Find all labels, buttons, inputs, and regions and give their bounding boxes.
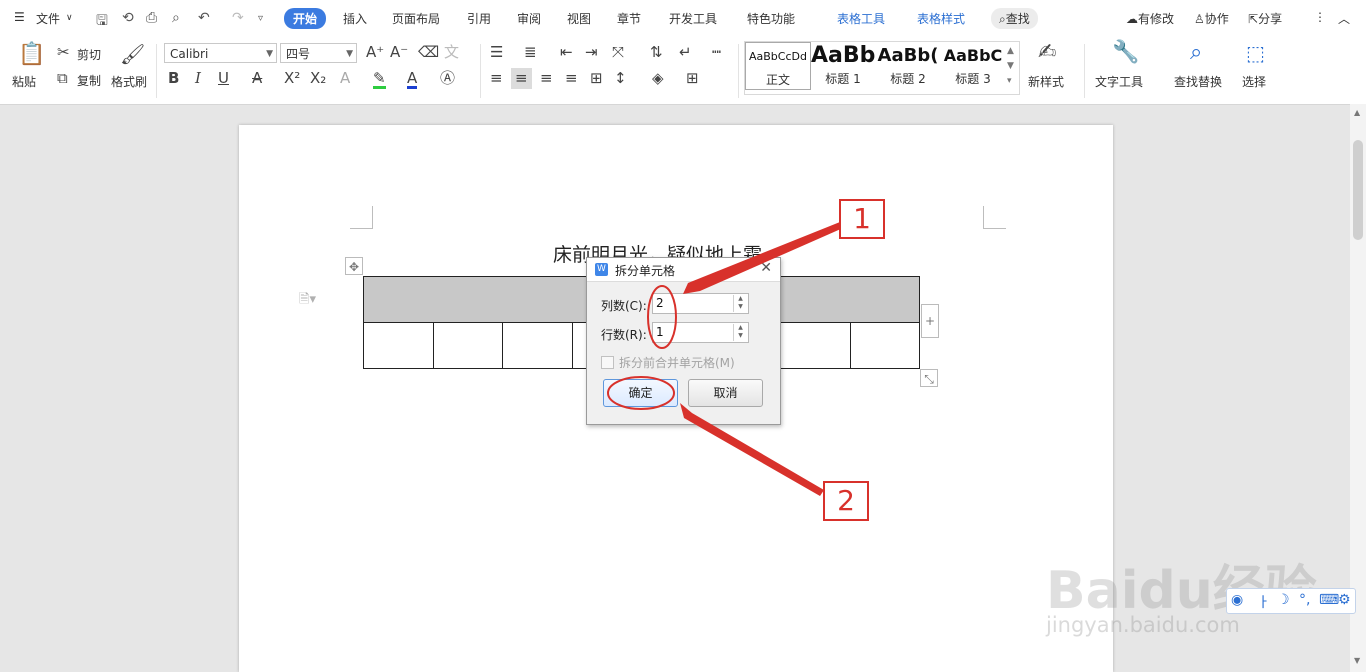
arrow-1 — [683, 222, 843, 294]
arrow-2 — [680, 403, 824, 496]
ime-moon-icon[interactable]: ☽ — [1277, 592, 1290, 608]
highlight-ellipse-ok — [607, 376, 675, 410]
callout-1: 1 — [839, 199, 885, 239]
callout-2: 2 — [823, 481, 869, 521]
ime-punctuation-icon[interactable]: °, — [1299, 592, 1310, 608]
watermark-url: jingyan.baidu.com — [1046, 613, 1240, 637]
keyboard-icon[interactable]: ⌨ — [1319, 592, 1339, 608]
ime-toolbar[interactable]: ◉ ㅏ ☽ °, ⌨ ⚙ — [1226, 588, 1356, 614]
gear-icon[interactable]: ⚙ — [1338, 592, 1351, 608]
highlight-ellipse-fields — [647, 285, 677, 349]
ime-mode-icon[interactable]: ㅏ — [1257, 592, 1270, 612]
ime-logo-icon[interactable]: ◉ — [1231, 592, 1243, 608]
